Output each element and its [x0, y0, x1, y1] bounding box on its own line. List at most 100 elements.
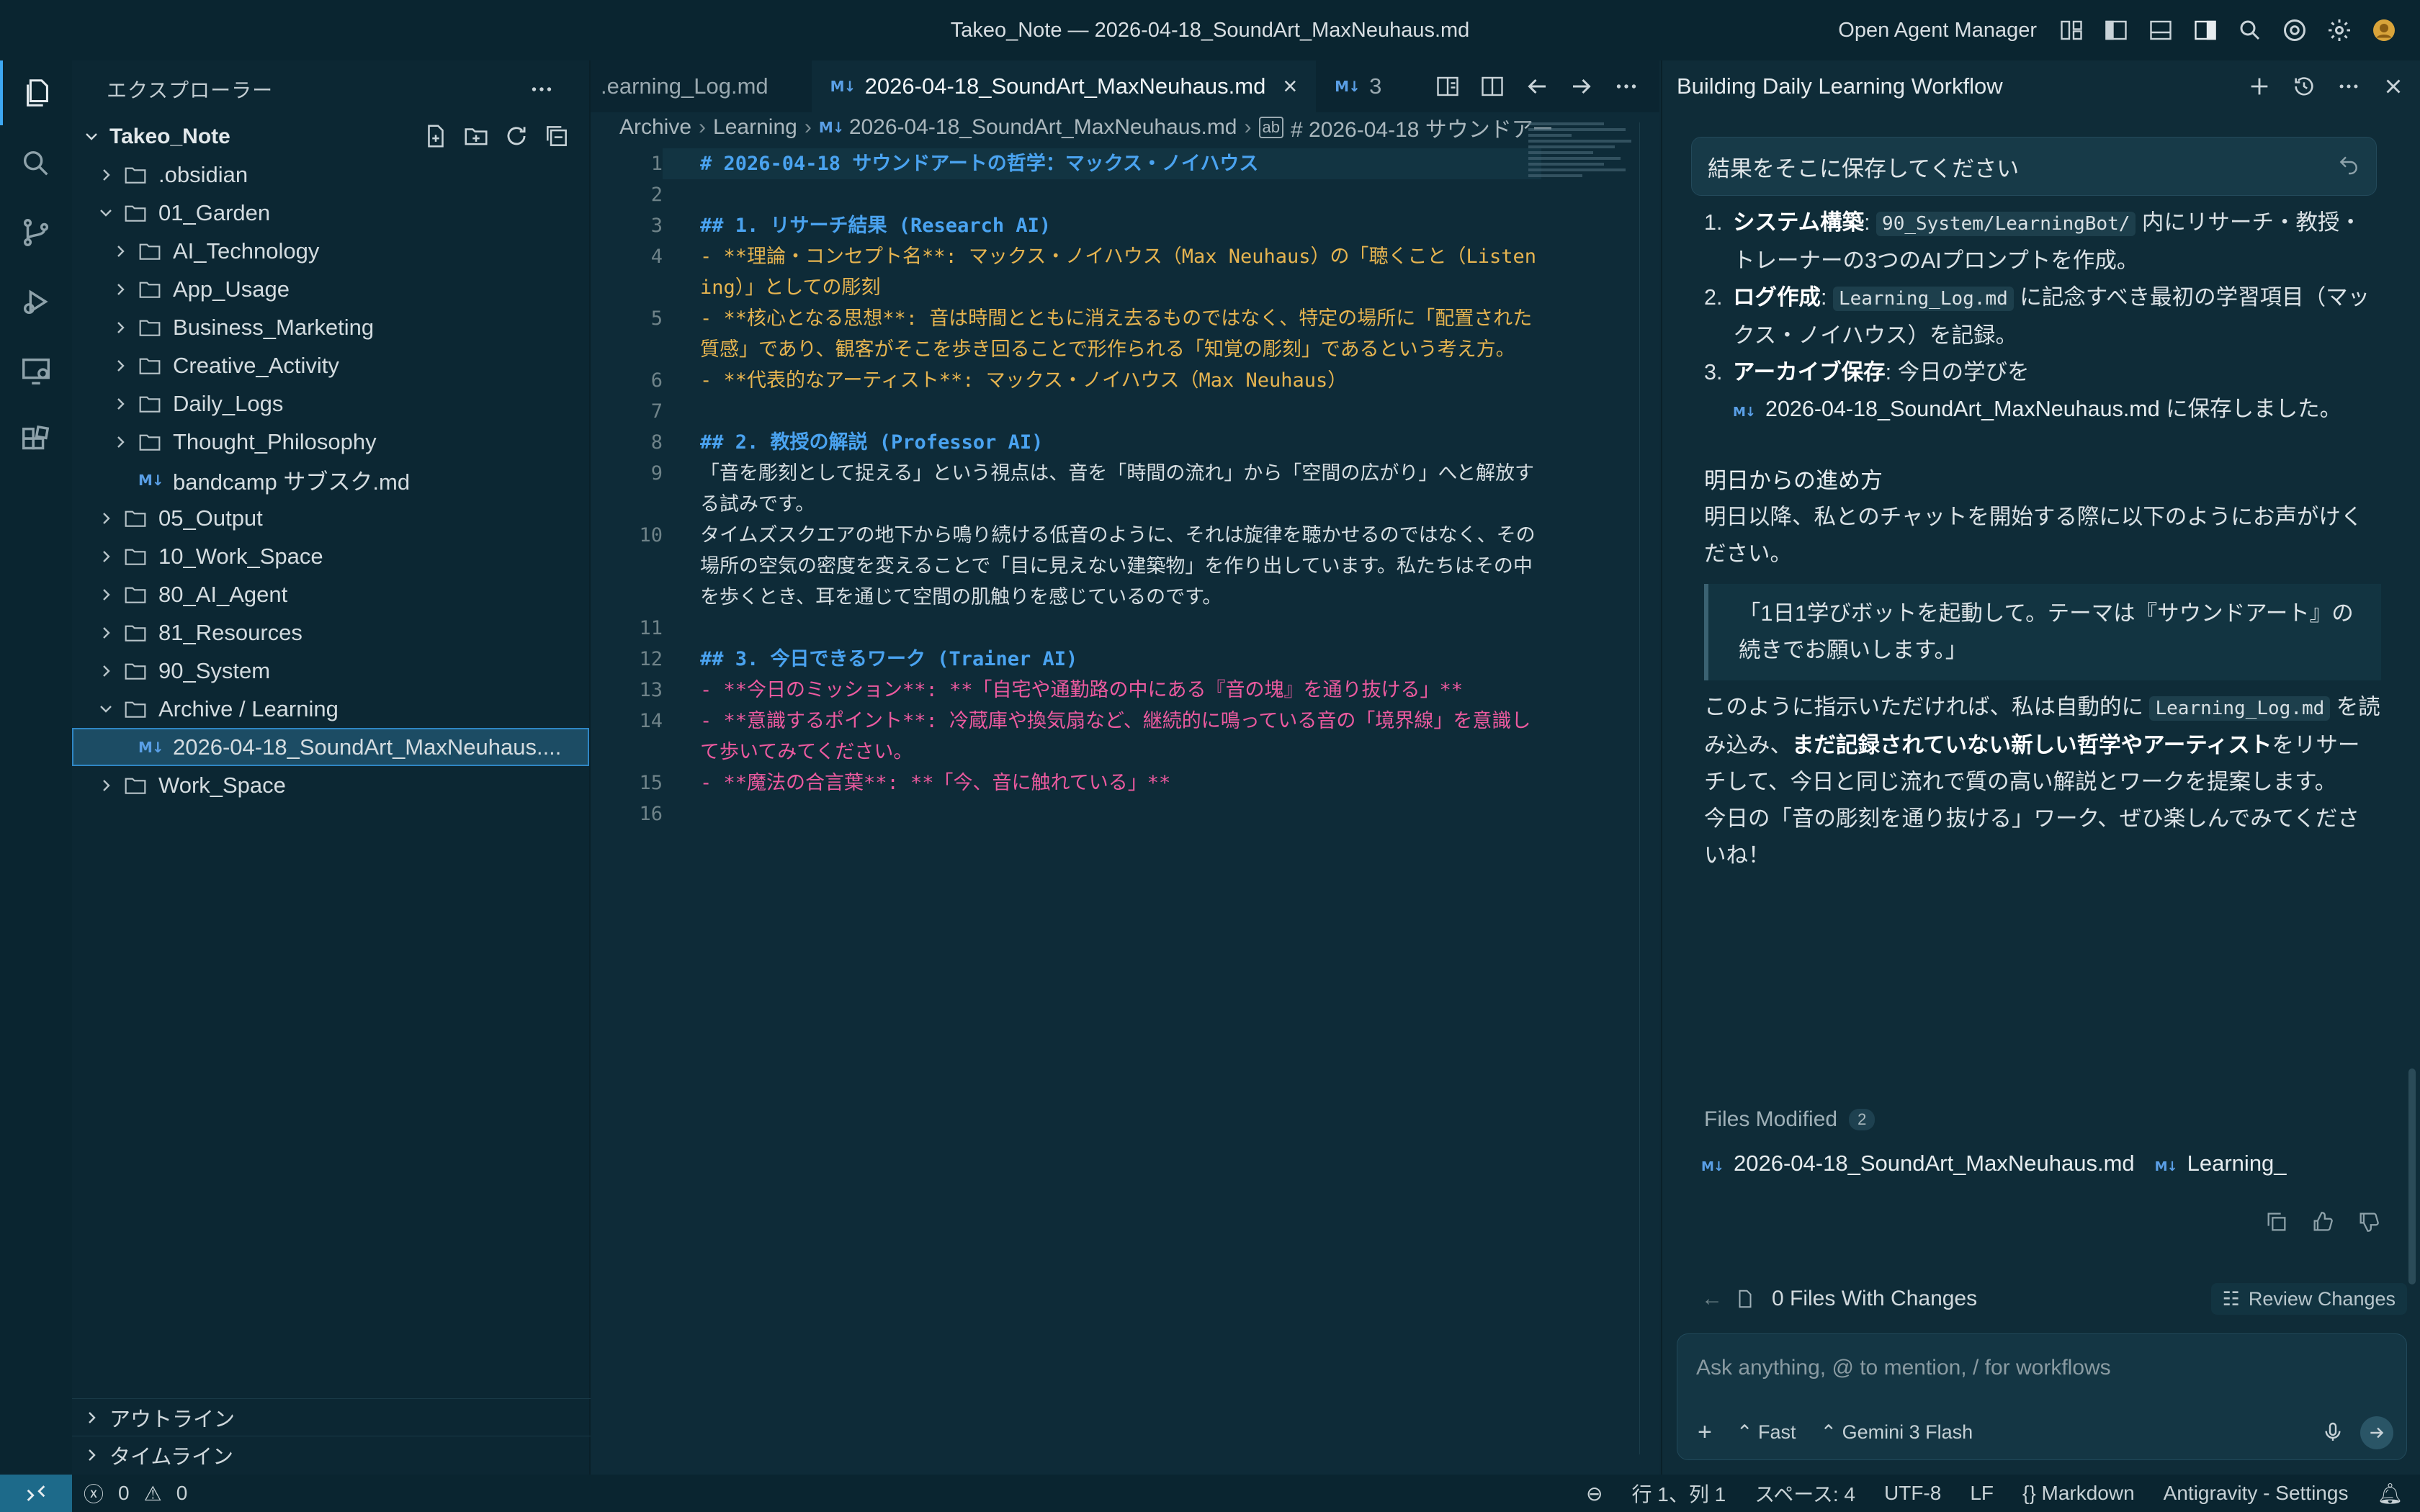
new-file-icon[interactable] — [422, 122, 449, 150]
file-item[interactable]: M↓ 2026-04-18_SoundArt_MaxNeuhaus.... — [72, 728, 589, 766]
code-line[interactable]: 7 — [591, 396, 1541, 427]
code-line[interactable]: 4 - **理論・コンセプト名**: マックス・ノイハウス（Max Neuhaus… — [591, 241, 1541, 303]
folder-item[interactable]: 81_Resources — [72, 613, 589, 652]
folder-item[interactable]: 80_AI_Agent — [72, 575, 589, 613]
breadcrumb-item[interactable]: 2026-04-18_SoundArt_MaxNeuhaus.md — [849, 115, 1237, 140]
inline-code[interactable]: 90_System/LearningBot/ — [1876, 212, 2136, 236]
folder-item[interactable]: 10_Work_Space — [72, 537, 589, 575]
folder-item[interactable]: Work_Space — [72, 766, 589, 804]
source-control-icon[interactable] — [0, 200, 72, 265]
code-editor[interactable]: 1 # 2026-04-18 サウンドアートの哲学：マックス・ノイハウス 2 3 ## … — [591, 148, 1541, 829]
minimap[interactable] — [1528, 122, 1636, 194]
folder-item[interactable]: Business_Marketing — [72, 308, 589, 346]
folder-item[interactable]: 01_Garden — [72, 194, 589, 232]
folder-item[interactable]: Creative_Activity — [72, 346, 589, 384]
undo-icon[interactable] — [2337, 153, 2360, 176]
bell-icon[interactable]: 🔔︎ — [2377, 1482, 2403, 1506]
folder-item[interactable]: AI_Technology — [72, 232, 589, 270]
add-context-icon[interactable]: + — [1698, 1418, 1712, 1446]
open-preview-icon[interactable] — [1435, 73, 1461, 99]
browser-icon[interactable] — [2280, 16, 2309, 45]
breadcrumb-item[interactable]: # 2026-04-18 サウンドアー — [1291, 112, 1554, 143]
toggle-secondary-sidebar-icon[interactable] — [2191, 16, 2220, 45]
inline-code[interactable]: Learning_Log.md — [2149, 696, 2331, 721]
workspace-root[interactable]: Takeo_Note — [72, 118, 589, 156]
arrow-right-icon[interactable] — [1569, 73, 1595, 99]
layout-icon[interactable] — [2057, 16, 2086, 45]
encoding[interactable]: UTF-8 — [1884, 1482, 1941, 1505]
code-line[interactable]: 2 — [591, 179, 1541, 210]
split-editor-icon[interactable] — [1479, 73, 1505, 99]
collapse-all-icon[interactable] — [543, 122, 570, 150]
send-button[interactable] — [2360, 1416, 2393, 1449]
code-line[interactable]: 8 ## 2. 教授の解説 (Professor AI) — [591, 427, 1541, 458]
user-message[interactable]: 結果をそこに保存してください — [1691, 137, 2377, 196]
thumbs-down-icon[interactable] — [2357, 1210, 2381, 1234]
folder-item[interactable]: 90_System — [72, 652, 589, 690]
outline-section[interactable]: アウトライン — [72, 1398, 591, 1436]
code-line[interactable]: 12 ## 3. 今日できるワーク (Trainer AI) — [591, 644, 1541, 675]
new-folder-icon[interactable] — [462, 122, 490, 150]
chat-input[interactable]: Ask anything, @ to mention, / for workfl… — [1696, 1356, 2111, 1380]
modified-file[interactable]: M↓ 2026-04-18_SoundArt_MaxNeuhaus.md — [1701, 1151, 2135, 1176]
search-view-icon[interactable] — [0, 131, 72, 196]
folder-item[interactable]: Thought_Philosophy — [72, 423, 589, 461]
microphone-icon[interactable] — [2321, 1421, 2344, 1444]
tab-learning-log[interactable]: .earning_Log.md — [591, 60, 812, 112]
code-line[interactable]: 6 - **代表的なアーティスト**: マックス・ノイハウス（Max Neuhau… — [591, 365, 1541, 396]
refresh-icon[interactable] — [503, 122, 530, 150]
model-select[interactable]: ⌃ Gemini 3 Flash — [1821, 1421, 1973, 1444]
close-icon[interactable] — [2381, 74, 2406, 99]
code-line[interactable]: 5 - **核心となる思想**: 音は時間とともに消え去るものではなく、特定の場所… — [591, 303, 1541, 365]
folder-item[interactable]: App_Usage — [72, 270, 589, 308]
code-line[interactable]: 14 - **意識するポイント**: 冷蔵庫や換気扇など、継続的に鳴っている音の「… — [591, 706, 1541, 768]
remote-explorer-icon[interactable] — [0, 338, 72, 403]
search-icon[interactable] — [2236, 16, 2264, 45]
explorer-icon[interactable] — [0, 60, 72, 125]
folder-item[interactable]: Daily_Logs — [72, 384, 589, 423]
more-icon[interactable] — [2336, 74, 2361, 99]
run-debug-icon[interactable] — [0, 269, 72, 334]
cursor-position[interactable]: 行 1、列 1 — [1632, 1479, 1726, 1508]
avatar[interactable] — [2370, 16, 2398, 45]
code-line[interactable]: 3 ## 1. リサーチ結果 (Research AI) — [591, 210, 1541, 241]
arrow-left-icon[interactable] — [1524, 73, 1550, 99]
code-line[interactable]: 11 — [591, 613, 1541, 644]
inline-code[interactable]: Learning_Log.md — [1832, 287, 2014, 311]
timeline-section[interactable]: タイムライン — [72, 1436, 591, 1473]
code-line[interactable]: 9 「音を彫刻として捉える」という視点は、音を「時間の流れ」から「空間の広がり」へ… — [591, 458, 1541, 520]
code-line[interactable]: 1 # 2026-04-18 サウンドアートの哲学：マックス・ノイハウス — [591, 148, 1541, 179]
folder-item[interactable]: .obsidian — [72, 156, 589, 194]
toggle-panel-icon[interactable] — [2146, 16, 2175, 45]
code-line[interactable]: 15 - **魔法の合言葉**: **「今、音に触れている」** — [591, 768, 1541, 798]
tab-soundart-maxneuhaus[interactable]: M↓ 2026-04-18_SoundArt_MaxNeuhaus.md × — [811, 60, 1317, 112]
extensions-icon[interactable] — [0, 408, 72, 472]
breadcrumb-item[interactable]: Learning — [713, 115, 797, 140]
toggle-primary-sidebar-icon[interactable] — [2102, 16, 2130, 45]
mode-select[interactable]: ⌃ Fast — [1736, 1421, 1796, 1444]
review-changes-button[interactable]: ☷ Review Changes — [2210, 1283, 2407, 1315]
file-item[interactable]: M↓ bandcamp サブスク.md — [72, 461, 589, 499]
problems-indicator[interactable]: ⓧ 0 ⚠ 0 — [84, 1479, 187, 1508]
plus-icon[interactable] — [2247, 74, 2272, 99]
panel-scrollbar[interactable] — [2408, 1068, 2416, 1284]
modified-file[interactable]: M↓ Learning_ — [2155, 1151, 2287, 1176]
close-icon[interactable]: × — [1283, 73, 1297, 101]
gear-icon[interactable] — [2325, 16, 2354, 45]
settings-status[interactable]: Antigravity - Settings — [2164, 1482, 2349, 1505]
file-link[interactable]: M↓ 2026-04-18_SoundArt_MaxNeuhaus.md — [1733, 397, 2160, 421]
tab-3[interactable]: M↓ 3 — [1316, 60, 1400, 112]
code-line[interactable]: 13 - **今日のミッション**: **「自宅や通勤路の中にある『音の塊』を通り… — [591, 675, 1541, 706]
copy-icon[interactable] — [2264, 1210, 2289, 1234]
arrow-left-icon[interactable]: ← — [1701, 1287, 1723, 1311]
indentation[interactable]: スペース: 4 — [1754, 1479, 1855, 1508]
more-icon[interactable] — [1613, 73, 1639, 99]
breadcrumb-item[interactable]: Archive — [619, 115, 691, 140]
zoom-icon[interactable]: ⊖ — [1586, 1482, 1603, 1506]
more-icon[interactable] — [529, 76, 555, 102]
code-line[interactable]: 16 — [591, 798, 1541, 829]
thumbs-up-icon[interactable] — [2311, 1210, 2335, 1234]
remote-indicator[interactable] — [0, 1475, 72, 1512]
end-of-line[interactable]: LF — [1970, 1482, 1994, 1505]
folder-item[interactable]: 05_Output — [72, 499, 589, 537]
